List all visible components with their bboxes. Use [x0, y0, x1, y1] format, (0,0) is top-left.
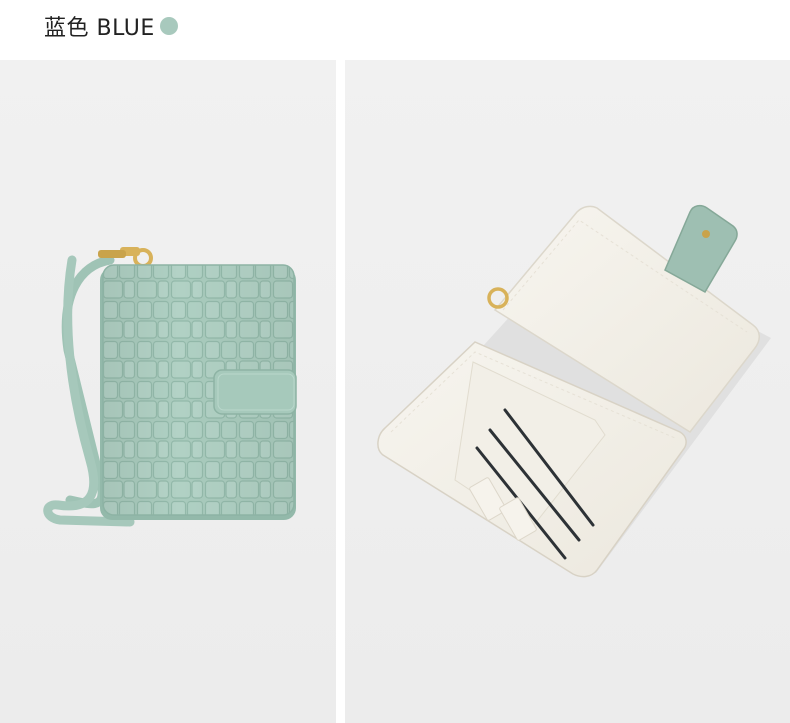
color-swatch[interactable] — [160, 17, 178, 35]
wallet-open-panel — [345, 60, 790, 723]
wallet-closed-photo — [43, 247, 297, 527]
wallet-closed-panel — [0, 60, 336, 723]
wallet-open-photo — [377, 204, 771, 578]
color-label: 蓝色 BLUE — [44, 16, 155, 41]
header: 蓝色 BLUE — [0, 0, 790, 58]
